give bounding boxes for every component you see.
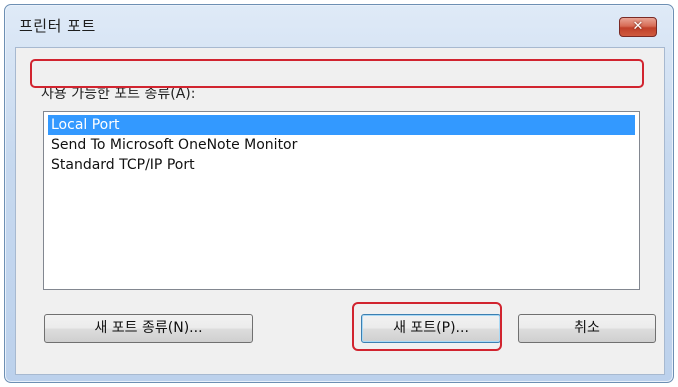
close-button[interactable]: ✕ xyxy=(619,17,657,37)
port-types-label: 사용 가능한 포트 종류(A): xyxy=(41,86,196,102)
dialog-body: 사용 가능한 포트 종류(A): Local Port Send To Micr… xyxy=(15,47,665,375)
new-port-type-button[interactable]: 새 포트 종류(N)... xyxy=(44,314,253,343)
list-item-standard-tcpip-port[interactable]: Standard TCP/IP Port xyxy=(48,155,635,175)
list-item-onenote-monitor[interactable]: Send To Microsoft OneNote Monitor xyxy=(48,135,635,155)
title-bar: 프린터 포트 ✕ xyxy=(5,5,673,45)
port-types-list[interactable]: Local Port Send To Microsoft OneNote Mon… xyxy=(43,111,640,290)
cancel-button[interactable]: 취소 xyxy=(518,314,656,343)
new-port-button[interactable]: 새 포트(P)... xyxy=(361,314,501,343)
list-item-local-port[interactable]: Local Port xyxy=(48,115,635,135)
close-icon: ✕ xyxy=(632,19,644,34)
printer-ports-dialog: 프린터 포트 ✕ 사용 가능한 포트 종류(A): Local Port Sen… xyxy=(4,4,674,383)
window-title: 프린터 포트 xyxy=(19,17,96,35)
